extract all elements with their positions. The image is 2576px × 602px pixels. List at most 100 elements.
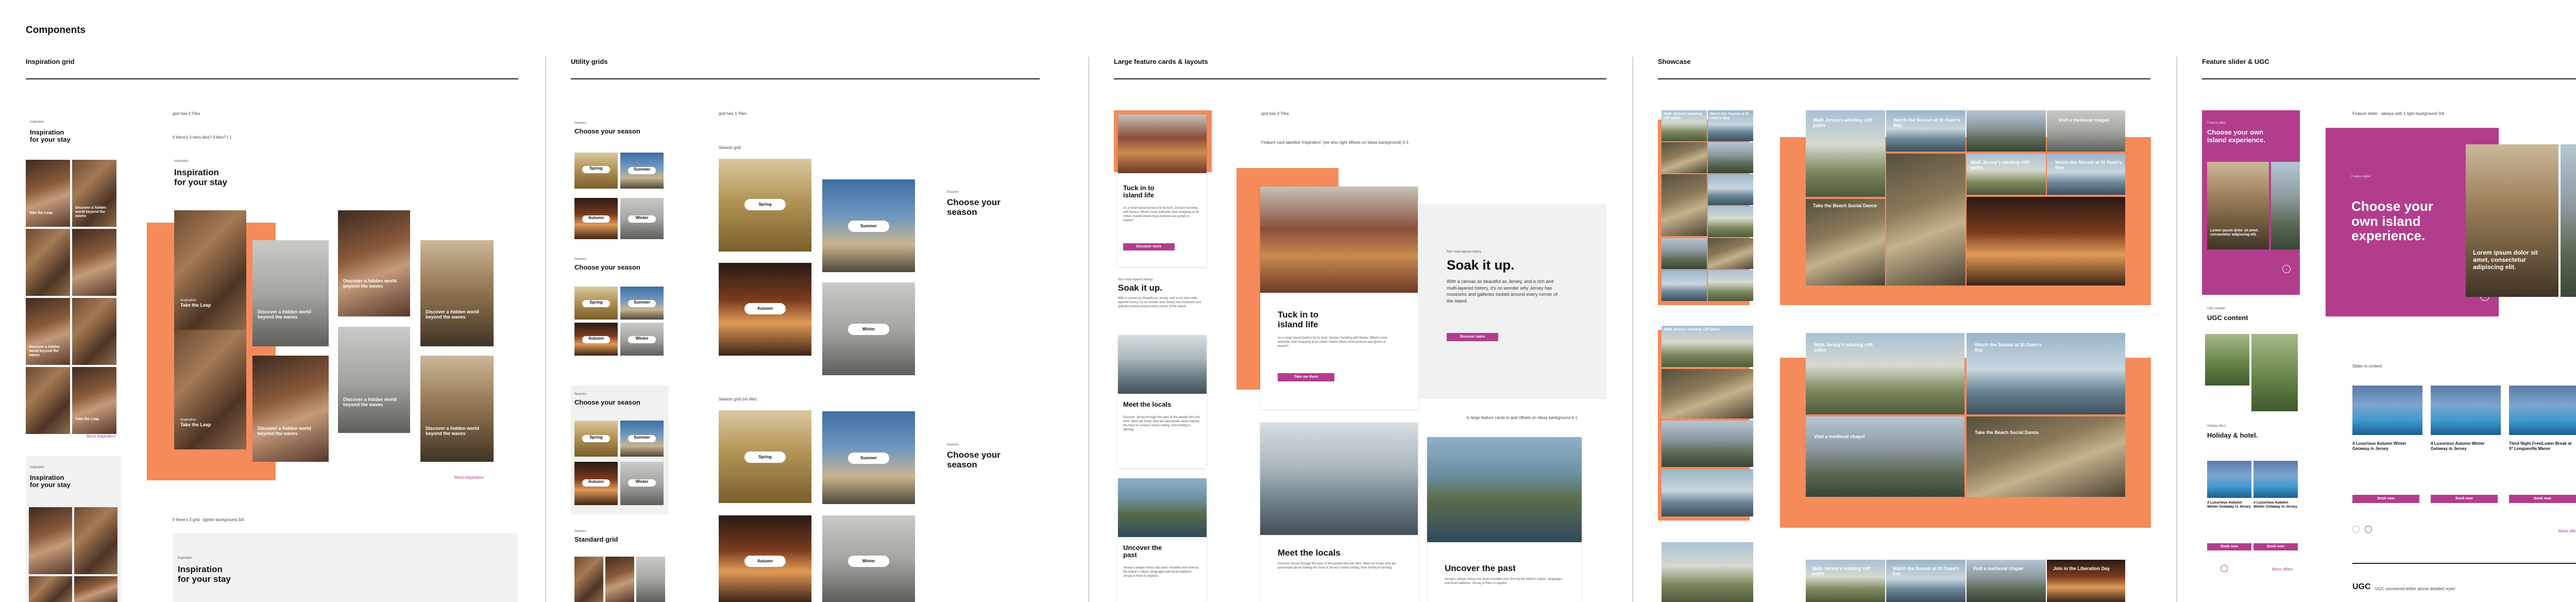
ugc-photo[interactable] [2205, 334, 2249, 386]
tile-photo[interactable] [1708, 142, 1753, 173]
winter-pill[interactable]: Winter [628, 479, 656, 487]
winter-pill[interactable]: Winter [848, 324, 889, 335]
feature-card-mobile[interactable]: Tuck in to island life As a small island … [1118, 114, 1207, 267]
feature-card-tuck[interactable]: Tuck in to island life As a small island … [1260, 187, 1418, 409]
eyebrow: Seasons [947, 443, 959, 446]
autumn-pill[interactable]: Autumn [744, 303, 786, 314]
hotel-title: 4 Luxurious Autumn Winter Getaway in Jer… [2352, 441, 2406, 451]
tile-photo[interactable] [1708, 174, 1753, 205]
book-now-button[interactable]: Book now [2431, 495, 2498, 503]
soak-panel: Rich multi-layered history Soak it up. W… [1418, 204, 1606, 399]
autumn-pill[interactable]: Autumn [582, 215, 610, 223]
autumn-pill[interactable]: Autumn [744, 556, 786, 567]
summer-pill[interactable]: Summer [848, 453, 889, 464]
tile-photo[interactable] [420, 240, 494, 346]
tile-photo[interactable] [1806, 416, 1964, 497]
tile-photo[interactable] [72, 367, 116, 434]
tile-photo[interactable] [29, 507, 72, 574]
soak-body: With a canvas as beautiful as Jersey, an… [1447, 279, 1557, 304]
slider-prev-icon[interactable] [2221, 565, 2228, 572]
more-offers-link[interactable]: More offers [2272, 567, 2293, 572]
tile-photo[interactable] [1662, 421, 1753, 467]
tile-photo[interactable] [74, 576, 117, 602]
tile-photo[interactable] [1967, 110, 2046, 152]
slider-next-icon[interactable] [2365, 526, 2372, 533]
ugc-photo[interactable] [2251, 334, 2298, 411]
hotel-photo[interactable] [2207, 461, 2251, 498]
tile-photo[interactable] [252, 240, 329, 346]
tile-photo[interactable] [1662, 469, 1753, 516]
spring-pill[interactable]: Spring [582, 166, 610, 173]
tile-photo[interactable] [1886, 110, 1965, 152]
tile-photo[interactable] [1967, 416, 2125, 497]
tile-photo[interactable] [2047, 110, 2125, 152]
slider-card-photo[interactable] [2561, 144, 2576, 297]
take-me-there-button[interactable]: Take me there [1278, 373, 1334, 381]
tile-photo[interactable] [26, 229, 70, 296]
tile-photo[interactable] [1886, 154, 1965, 286]
slider-card-photo[interactable] [2271, 162, 2300, 249]
winter-pill[interactable]: Winter [628, 215, 656, 223]
more-inspiration-link[interactable]: More inspiration [454, 475, 484, 480]
book-now-button[interactable]: Book now [2509, 495, 2576, 503]
tile-photo[interactable] [174, 210, 246, 330]
tile-photo[interactable] [605, 557, 634, 602]
discover-more-button[interactable]: Discover more [1123, 243, 1175, 250]
tile-photo[interactable] [252, 356, 329, 462]
summer-pill[interactable]: Summer [628, 435, 656, 442]
tile-photo[interactable] [338, 210, 410, 316]
tile-photo[interactable] [1708, 238, 1753, 269]
tile-photo[interactable] [26, 367, 70, 434]
slider-next-icon[interactable]: › [2282, 265, 2291, 273]
feature-card-mobile[interactable]: Uncover the past Jersey's unique history … [1118, 478, 1207, 602]
discover-more-button[interactable]: Discover more [1447, 333, 1498, 341]
feature-card-mobile[interactable]: Meet the locals Discover Jersey through … [1118, 335, 1207, 468]
tile-photo[interactable] [29, 576, 72, 602]
tile-photo[interactable] [72, 229, 116, 296]
tile-photo[interactable] [74, 507, 117, 574]
book-now-button[interactable]: Book now [2352, 495, 2419, 503]
book-now-button[interactable]: Book now [2207, 543, 2251, 550]
winter-pill[interactable]: Winter [628, 336, 656, 343]
slider-card-photo[interactable] [2466, 144, 2558, 297]
spring-pill[interactable]: Spring [582, 300, 610, 307]
tile-photo[interactable] [26, 160, 70, 227]
card-body: Discover Jersey through the eyes of the … [1123, 416, 1200, 432]
hotel-photo[interactable] [2253, 461, 2298, 498]
spring-pill[interactable]: Spring [582, 435, 610, 442]
tile-photo[interactable] [174, 330, 246, 449]
more-offers-link[interactable]: More offers [2558, 529, 2576, 533]
winter-pill[interactable]: Winter [848, 556, 889, 567]
book-now-button[interactable]: Book now [2253, 543, 2298, 550]
tile-photo[interactable] [1708, 270, 1753, 301]
tile-photo[interactable] [72, 298, 116, 365]
tile-photo[interactable] [574, 557, 603, 602]
tile-photo[interactable] [1662, 238, 1707, 269]
tile-photo[interactable] [1662, 174, 1707, 236]
tile-photo[interactable] [1967, 197, 2125, 286]
more-inspiration-link[interactable]: More inspiration [87, 434, 116, 439]
spring-pill[interactable]: Spring [744, 199, 786, 210]
summer-pill[interactable]: Summer [848, 221, 889, 232]
summer-pill[interactable]: Summer [628, 300, 656, 307]
feature-card-meet[interactable]: Meet the locals Discover Jersey through … [1260, 423, 1418, 602]
spring-pill[interactable]: Spring [744, 452, 786, 463]
tile-photo[interactable] [1662, 270, 1707, 301]
tile-photo[interactable] [1806, 199, 1885, 286]
hotel-photo[interactable] [2509, 386, 2576, 435]
slider-prev-icon[interactable] [2352, 526, 2360, 533]
tile-caption: Discover a hidden world beyond the waves [29, 345, 60, 358]
tile-photo[interactable] [338, 327, 410, 433]
hotel-photo[interactable] [2431, 386, 2501, 435]
tile-photo[interactable] [1708, 206, 1753, 237]
tile-photo[interactable] [1662, 369, 1753, 419]
hotel-photo[interactable] [2352, 386, 2422, 435]
autumn-pill[interactable]: Autumn [582, 479, 610, 487]
tile-photo[interactable] [1662, 142, 1707, 173]
feature-card-uncover[interactable]: Uncover the past Jersey's unique history… [1427, 437, 1582, 602]
tile-photo[interactable] [636, 557, 665, 602]
autumn-pill[interactable]: Autumn [582, 336, 610, 343]
summer-pill[interactable]: Summer [628, 167, 656, 174]
tile-photo[interactable] [420, 356, 494, 462]
tile-photo[interactable] [1662, 542, 1753, 602]
